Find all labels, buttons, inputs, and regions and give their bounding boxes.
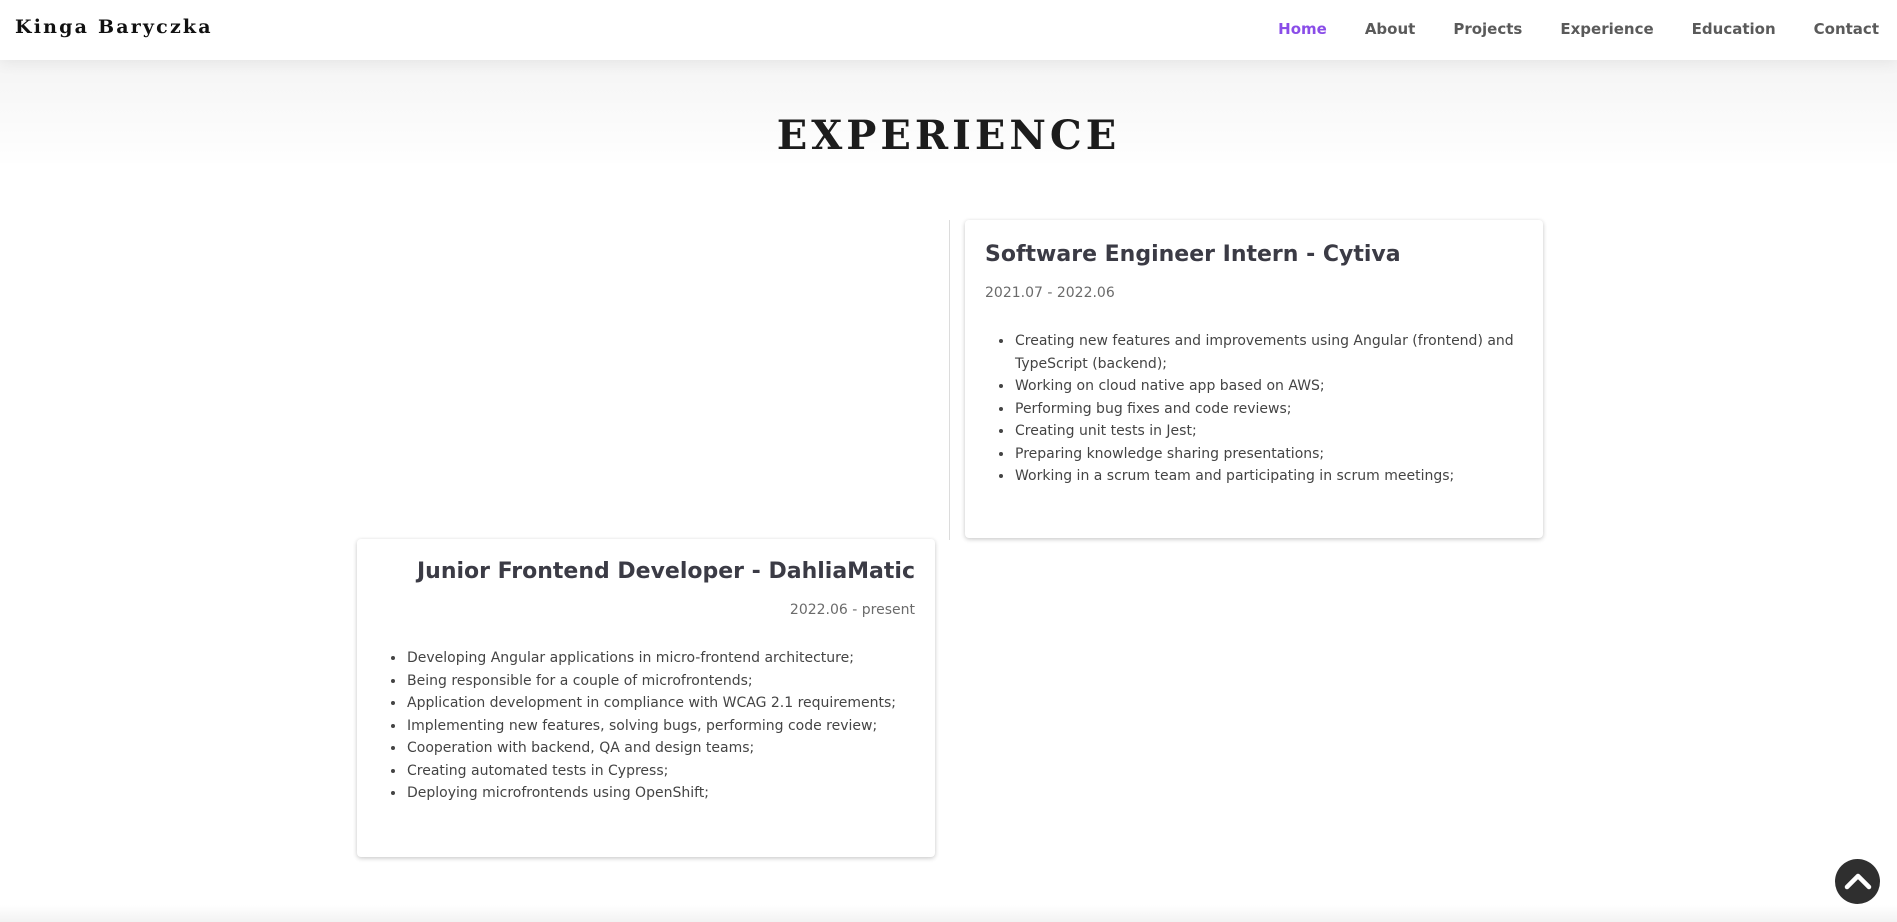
chevron-up-icon (1843, 870, 1873, 894)
list-item: Cooperation with backend, QA and design … (406, 737, 915, 760)
timeline-divider (949, 220, 950, 540)
list-item: Application development in compliance wi… (406, 692, 915, 715)
card-date: 2022.06 - present (789, 602, 915, 618)
list-item: Preparing knowledge sharing presentation… (1014, 443, 1523, 466)
list-item: Deploying microfrontends using OpenShift… (406, 782, 915, 805)
nav-links: Home About Projects Experience Education… (1240, 0, 1879, 58)
list-item: Creating unit tests in Jest; (1014, 420, 1523, 443)
list-item: Creating automated tests in Cypress; (406, 760, 915, 783)
experience-card-cytiva: Software Engineer Intern - Cytiva 2021.0… (965, 220, 1543, 538)
nav-link-education[interactable]: Education (1692, 20, 1776, 38)
nav-link-home[interactable]: Home (1278, 20, 1327, 38)
list-item: Being responsible for a couple of microf… (406, 670, 915, 693)
list-item: Developing Angular applications in micro… (406, 647, 915, 670)
list-item: Implementing new features, solving bugs,… (406, 715, 915, 738)
responsibilities-list: Developing Angular applications in micro… (377, 647, 915, 805)
card-date: 2021.07 - 2022.06 (985, 285, 1115, 301)
brand-logo[interactable]: Kinga Baryczka (15, 16, 213, 38)
card-title: Junior Frontend Developer - DahliaMatic (416, 559, 915, 584)
list-item: Working in a scrum team and participatin… (1014, 465, 1523, 488)
list-item: Performing bug fixes and code reviews; (1014, 398, 1523, 421)
nav-link-experience[interactable]: Experience (1560, 20, 1653, 38)
card-title: Software Engineer Intern - Cytiva (985, 242, 1401, 267)
navbar: Kinga Baryczka Home About Projects Exper… (0, 0, 1897, 60)
experience-card-dahliamatic: Junior Frontend Developer - DahliaMatic … (357, 539, 935, 857)
section-title: EXPERIENCE (776, 112, 1121, 159)
nav-link-contact[interactable]: Contact (1814, 20, 1879, 38)
nav-link-projects[interactable]: Projects (1453, 20, 1522, 38)
scroll-to-top-button[interactable] (1835, 859, 1880, 904)
responsibilities-list: Creating new features and improvements u… (985, 330, 1523, 488)
list-item: Creating new features and improvements u… (1014, 330, 1523, 375)
section-bottom-shadow (0, 905, 1897, 922)
nav-link-about[interactable]: About (1365, 20, 1416, 38)
list-item: Working on cloud native app based on AWS… (1014, 375, 1523, 398)
